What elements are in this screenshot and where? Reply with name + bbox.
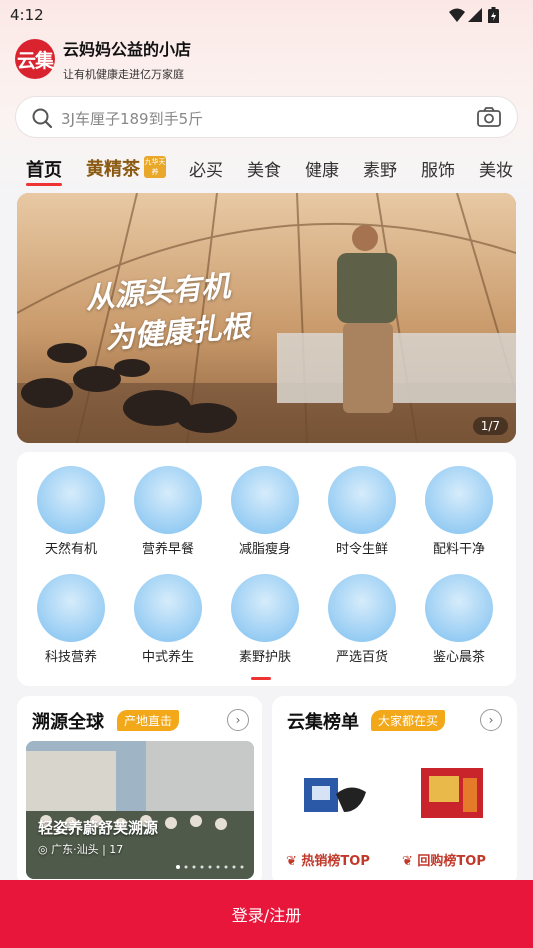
category-label: 减脂瘦身	[238, 542, 291, 557]
category-image	[134, 466, 202, 534]
camera-icon[interactable]	[477, 107, 501, 127]
signal-icon	[468, 8, 482, 22]
battery-icon	[488, 7, 499, 23]
category-image	[231, 466, 299, 534]
origin-location-text: 广东·汕头 | 17	[51, 843, 124, 856]
category-item[interactable]: 素野护肤	[225, 574, 305, 665]
tab-must-buy[interactable]: 必买	[189, 156, 223, 181]
hot-product-image	[304, 778, 366, 812]
origin-photo-title: 轻姿养蔚舒芙溯源	[38, 819, 159, 837]
category-label: 中式养生	[141, 650, 194, 665]
shop-logo[interactable]: 云集	[15, 39, 55, 79]
category-label: 科技营养	[44, 650, 97, 665]
category-item[interactable]: 营养早餐	[128, 466, 208, 557]
origin-location: ◎ 广东·汕头 | 17	[38, 841, 123, 857]
category-item[interactable]: 配料干净	[419, 466, 499, 557]
origin-photo-pager	[176, 865, 244, 869]
tab-clothing[interactable]: 服饰	[421, 156, 455, 181]
banner-pager: 1/7	[472, 417, 508, 435]
shop-description: 让有机健康走进亿万家庭	[63, 68, 184, 81]
tab-beauty[interactable]: 美妆	[479, 156, 513, 181]
category-label: 素野护肤	[238, 650, 291, 665]
origin-card[interactable]: 溯源全球 产地直击 › 轻姿养蔚舒芙溯源 ◎ 广东·汕头 | 17	[17, 696, 262, 886]
search-icon	[32, 108, 52, 128]
ranking-card[interactable]: 云集榜单 大家都在买 › ❦ 热销榜TOP ❦ 回购榜TOP	[272, 696, 517, 886]
category-item[interactable]: 严选百货	[322, 574, 402, 665]
search-bar[interactable]: 3J车厘子189到手5斤	[15, 96, 518, 138]
category-image	[328, 466, 396, 534]
ranking-tag: 大家都在买	[371, 710, 446, 731]
category-item[interactable]: 减脂瘦身	[225, 466, 305, 557]
ranking-title: 云集榜单	[287, 712, 359, 733]
origin-photo-image	[26, 741, 254, 879]
tab-home[interactable]: 首页	[26, 156, 62, 186]
chevron-right-icon[interactable]: ›	[480, 709, 502, 731]
search-placeholder: 3J车厘子189到手5斤	[61, 110, 204, 128]
chevron-right-icon[interactable]: ›	[227, 709, 249, 731]
category-label: 天然有机	[44, 542, 97, 557]
hot-ranking-text: 热销榜TOP	[301, 854, 370, 869]
category-image	[134, 574, 202, 642]
category-image	[231, 574, 299, 642]
category-image	[328, 574, 396, 642]
category-image	[425, 466, 493, 534]
origin-tag: 产地直击	[117, 710, 180, 731]
banner-image	[17, 193, 516, 443]
category-tabs: 首页 必买 美食 健康 素野 服饰 美妆	[0, 152, 533, 186]
repeat-product-image	[421, 768, 483, 818]
origin-photo[interactable]: 轻姿养蔚舒芙溯源 ◎ 广东·汕头 | 17	[26, 741, 254, 879]
status-bar: 4:12	[0, 0, 533, 30]
login-button[interactable]: 登录/注册	[0, 880, 533, 948]
location-icon: ◎	[38, 843, 52, 856]
tab-food[interactable]: 美食	[247, 156, 281, 181]
category-item[interactable]: 鉴心晨茶	[419, 574, 499, 665]
category-item[interactable]: 时令生鲜	[322, 466, 402, 557]
category-image	[37, 574, 105, 642]
category-image	[37, 466, 105, 534]
category-label: 严选百货	[335, 650, 388, 665]
category-label: 配料干净	[432, 542, 485, 557]
category-item[interactable]: 中式养生	[128, 574, 208, 665]
repeat-ranking-text: 回购榜TOP	[417, 854, 486, 869]
wifi-icon	[449, 8, 465, 22]
category-label: 营养早餐	[141, 542, 194, 557]
clock: 4:12	[10, 6, 44, 24]
category-grid: 天然有机 营养早餐 减脂瘦身 时令生鲜 配料干净 科技营养 中式养生 素野护肤 …	[17, 452, 516, 686]
tab-badge: 九华天养	[144, 156, 166, 178]
category-page-indicator	[251, 677, 271, 680]
category-image	[425, 574, 493, 642]
tab-suye[interactable]: 素野	[363, 156, 397, 181]
tab-health[interactable]: 健康	[305, 156, 339, 181]
category-label: 时令生鲜	[335, 542, 388, 557]
origin-title: 溯源全球	[32, 712, 104, 733]
shop-name[interactable]: 云妈妈公益的小店	[63, 36, 191, 60]
hero-banner[interactable]: 从源头有机 为健康扎根 1/7	[17, 193, 516, 443]
repeat-ranking-label[interactable]: ❦ 回购榜TOP	[402, 850, 486, 869]
tab-huangjing-tea[interactable]: 黄精茶	[86, 155, 140, 181]
category-label: 鉴心晨茶	[432, 650, 485, 665]
category-item[interactable]: 天然有机	[31, 466, 111, 557]
hot-ranking-label[interactable]: ❦ 热销榜TOP	[286, 850, 370, 869]
category-item[interactable]: 科技营养	[31, 574, 111, 665]
